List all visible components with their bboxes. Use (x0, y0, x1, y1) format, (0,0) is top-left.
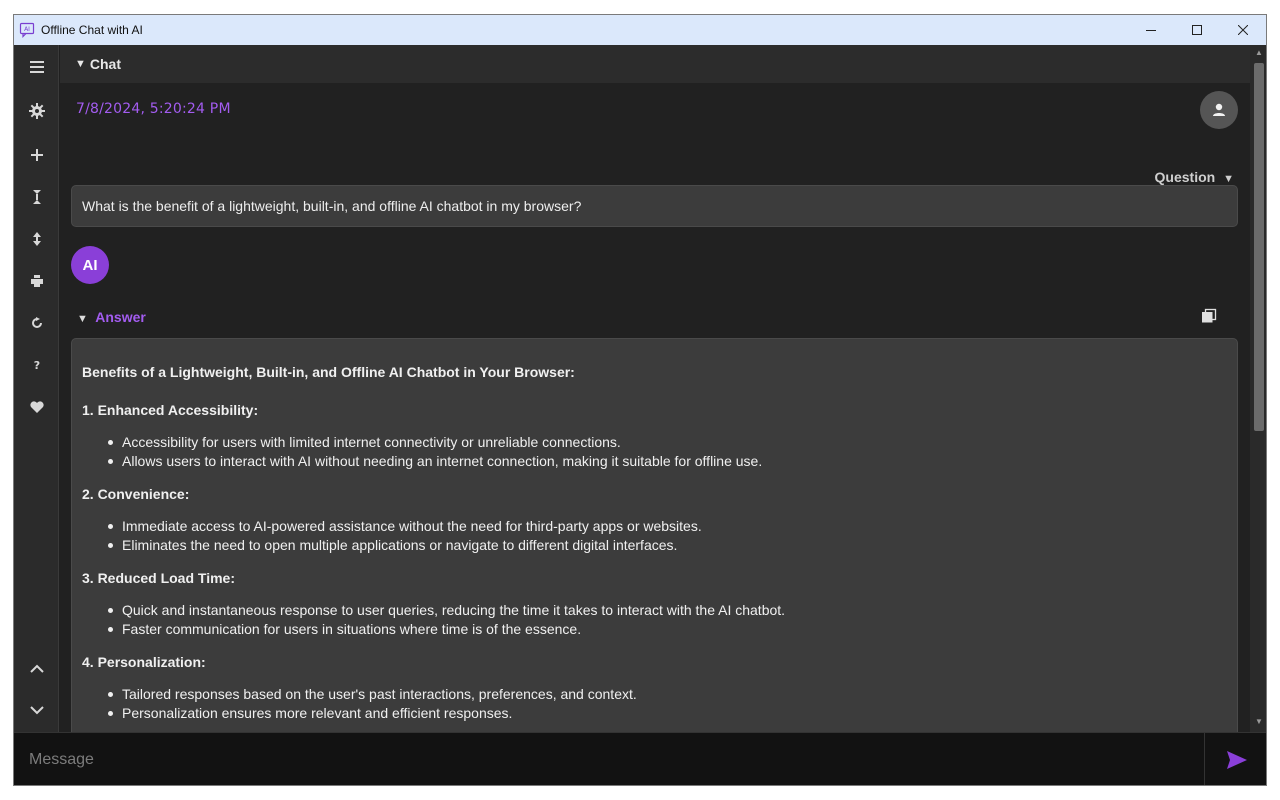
list-item: Personalization ensures more relevant an… (108, 704, 1227, 723)
answer-section-heading: 3. Reduced Load Time: (82, 570, 235, 586)
expand-all-button[interactable] (14, 223, 59, 255)
question-toggle[interactable]: Question ▼ (1155, 169, 1234, 185)
answer-bubble: Benefits of a Lightweight, Built-in, and… (71, 338, 1238, 732)
answer-title: Benefits of a Lightweight, Built-in, and… (82, 364, 575, 380)
triangle-down-icon: ▼ (77, 313, 88, 325)
chat-header-label: Chat (89, 56, 122, 72)
list-item: Faster communication for users in situat… (108, 620, 1227, 639)
minimize-button[interactable] (1128, 15, 1174, 45)
svg-text:AI: AI (24, 26, 30, 33)
scroll-arrow-up-icon[interactable]: ▲ (1254, 48, 1264, 58)
send-button[interactable] (1206, 733, 1266, 785)
menu-icon (29, 61, 44, 73)
refresh-icon (31, 317, 42, 328)
close-icon (1238, 25, 1248, 35)
print-icon (30, 275, 43, 287)
send-icon (1227, 751, 1247, 769)
menu-button[interactable] (14, 51, 59, 83)
plus-icon (30, 149, 43, 161)
answer-toggle-label: Answer (95, 309, 146, 325)
question-toggle-label: Question (1154, 169, 1216, 185)
chevron-down-icon (29, 705, 44, 714)
list-item: Accessibility for users with limited int… (108, 433, 1227, 452)
help-button[interactable]: ? (14, 349, 59, 381)
message-input[interactable] (14, 733, 1205, 785)
list-item: Tailored responses based on the user's p… (108, 685, 1227, 704)
question-text: What is the benefit of a lightweight, bu… (82, 198, 582, 214)
scroll-down-button[interactable] (14, 694, 59, 726)
new-chat-button[interactable] (14, 139, 59, 171)
scroll-up-button[interactable] (14, 652, 59, 684)
list-item: Quick and instantaneous response to user… (108, 601, 1227, 620)
triangle-down-icon: ▼ (1223, 173, 1234, 185)
app-window: AI Offline Chat with AI ? ▼ Chat 7/8/202… (13, 14, 1267, 786)
maximize-icon (1192, 25, 1202, 35)
answer-section-heading: 4. Personalization: (82, 654, 206, 670)
close-button[interactable] (1220, 15, 1266, 45)
bullet-list: Accessibility for users with limited int… (82, 433, 1227, 471)
heart-icon (29, 401, 44, 413)
question-bubble: What is the benefit of a lightweight, bu… (71, 185, 1238, 227)
scroll-arrow-down-icon[interactable]: ▼ (1254, 717, 1264, 727)
answer-section-heading: 1. Enhanced Accessibility: (82, 402, 259, 418)
window-title: Offline Chat with AI (41, 23, 143, 37)
expand-all-icon (32, 232, 41, 246)
title-bar: AI Offline Chat with AI (14, 15, 1266, 45)
donate-button[interactable] (14, 391, 59, 423)
user-icon (1213, 103, 1225, 116)
ai-avatar: AI (71, 246, 109, 284)
maximize-button[interactable] (1174, 15, 1220, 45)
svg-text:?: ? (33, 359, 39, 371)
help-icon: ? (33, 359, 39, 371)
scrollbar-thumb[interactable] (1254, 63, 1264, 431)
user-avatar (1200, 91, 1238, 129)
triangle-down-icon: ▼ (75, 58, 86, 70)
gear-icon (28, 103, 45, 119)
chat-app-icon: AI (19, 22, 35, 38)
copy-icon[interactable] (1201, 308, 1217, 324)
chevron-up-icon (29, 664, 44, 673)
refresh-button[interactable] (14, 307, 59, 339)
settings-button[interactable] (14, 95, 59, 127)
bullet-list: Quick and instantaneous response to user… (82, 601, 1227, 639)
answer-toggle[interactable]: ▼ Answer (77, 309, 146, 325)
chat-area: ▼ Chat 7/8/2024, 5:20:24 PM Question ▼ W… (60, 45, 1250, 732)
bullet-list: Tailored responses based on the user's p… (82, 685, 1227, 723)
sidebar: ? (14, 45, 59, 732)
vertical-scrollbar[interactable]: ▲ ▼ (1250, 45, 1266, 732)
answer-section-heading: 2. Convenience: (82, 486, 190, 502)
chat-section-toggle[interactable]: ▼ Chat (60, 45, 1250, 83)
minimize-icon (1146, 30, 1156, 31)
composer (14, 732, 1266, 785)
message-timestamp: 7/8/2024, 5:20:24 PM (76, 101, 231, 117)
list-item: Eliminates the need to open multiple app… (108, 536, 1227, 555)
collapse-all-button[interactable] (14, 181, 59, 213)
list-item: Allows users to interact with AI without… (108, 452, 1227, 471)
print-button[interactable] (14, 265, 59, 297)
bullet-list: Immediate access to AI-powered assistanc… (82, 517, 1227, 555)
collapse-all-icon (32, 190, 41, 204)
list-item: Immediate access to AI-powered assistanc… (108, 517, 1227, 536)
